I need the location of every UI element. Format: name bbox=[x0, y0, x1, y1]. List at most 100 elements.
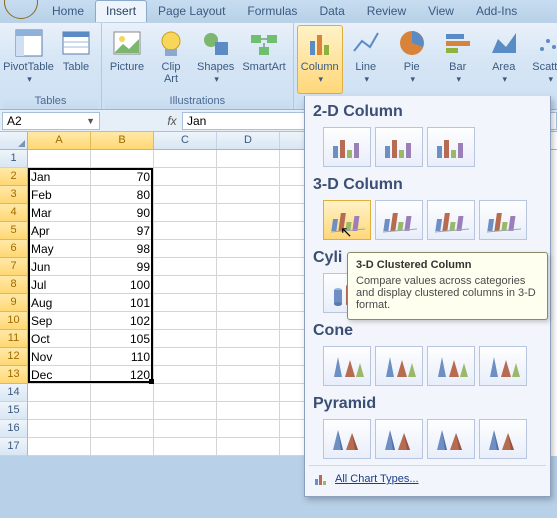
cell[interactable] bbox=[154, 366, 217, 384]
cell[interactable] bbox=[217, 240, 280, 258]
cell[interactable]: 70 bbox=[91, 168, 154, 186]
cell[interactable] bbox=[91, 402, 154, 420]
cell[interactable] bbox=[28, 150, 91, 168]
chart-option-col2d-1[interactable] bbox=[375, 127, 423, 167]
cell[interactable] bbox=[154, 168, 217, 186]
chart-option-cone-3[interactable] bbox=[479, 346, 527, 386]
chart-option-pyr-3[interactable] bbox=[479, 419, 527, 459]
pie-button[interactable]: Pie bbox=[389, 25, 435, 94]
cell[interactable] bbox=[154, 150, 217, 168]
cell[interactable]: 120 bbox=[91, 366, 154, 384]
clipart-button[interactable]: ClipArt bbox=[149, 25, 193, 94]
cell[interactable]: Nov bbox=[28, 348, 91, 366]
row-header[interactable]: 9 bbox=[0, 294, 28, 312]
cell[interactable] bbox=[28, 384, 91, 402]
cell[interactable]: 99 bbox=[91, 258, 154, 276]
row-header[interactable]: 17 bbox=[0, 438, 28, 456]
column-header[interactable]: A bbox=[28, 132, 91, 149]
area-button[interactable]: Area bbox=[481, 25, 527, 94]
cell[interactable] bbox=[217, 258, 280, 276]
cell[interactable] bbox=[217, 366, 280, 384]
column-button[interactable]: Column bbox=[297, 25, 343, 94]
scatter-button[interactable]: Scatter bbox=[527, 25, 557, 94]
row-header[interactable]: 12 bbox=[0, 348, 28, 366]
fx-icon[interactable]: fx bbox=[162, 114, 182, 128]
cell[interactable] bbox=[217, 204, 280, 222]
cell[interactable] bbox=[91, 150, 154, 168]
chart-option-pyr-1[interactable] bbox=[375, 419, 423, 459]
row-header[interactable]: 13 bbox=[0, 366, 28, 384]
cell[interactable]: 100 bbox=[91, 276, 154, 294]
cell[interactable] bbox=[28, 438, 91, 456]
row-header[interactable]: 5 bbox=[0, 222, 28, 240]
smartart-button[interactable]: SmartArt bbox=[238, 25, 289, 94]
cell[interactable] bbox=[217, 438, 280, 456]
chart-option-col3d-1[interactable] bbox=[375, 200, 423, 240]
cell[interactable] bbox=[28, 402, 91, 420]
cell[interactable] bbox=[217, 150, 280, 168]
chart-option-pyr-0[interactable] bbox=[323, 419, 371, 459]
cell[interactable] bbox=[154, 438, 217, 456]
cell[interactable]: Jan bbox=[28, 168, 91, 186]
name-box[interactable]: A2 ▼ bbox=[2, 112, 100, 130]
cell[interactable] bbox=[154, 222, 217, 240]
cell[interactable] bbox=[154, 402, 217, 420]
cell[interactable]: Mar bbox=[28, 204, 91, 222]
cell[interactable]: Dec bbox=[28, 366, 91, 384]
cell[interactable] bbox=[154, 384, 217, 402]
cell[interactable]: May bbox=[28, 240, 91, 258]
cell[interactable] bbox=[28, 420, 91, 438]
tab-formulas[interactable]: Formulas bbox=[236, 0, 308, 22]
cell[interactable] bbox=[154, 294, 217, 312]
picture-button[interactable]: Picture bbox=[105, 25, 149, 94]
cell[interactable] bbox=[154, 330, 217, 348]
cell[interactable] bbox=[217, 420, 280, 438]
tab-add-ins[interactable]: Add-Ins bbox=[465, 0, 528, 22]
shapes-button[interactable]: Shapes bbox=[193, 25, 238, 94]
tab-home[interactable]: Home bbox=[41, 0, 95, 22]
cell[interactable] bbox=[91, 420, 154, 438]
tab-review[interactable]: Review bbox=[356, 0, 417, 22]
row-header[interactable]: 7 bbox=[0, 258, 28, 276]
cell[interactable]: 97 bbox=[91, 222, 154, 240]
row-header[interactable]: 4 bbox=[0, 204, 28, 222]
cell[interactable]: Apr bbox=[28, 222, 91, 240]
cell[interactable] bbox=[217, 222, 280, 240]
tab-insert[interactable]: Insert bbox=[95, 0, 147, 22]
column-header[interactable]: C bbox=[154, 132, 217, 149]
chart-option-col3d-3[interactable] bbox=[479, 200, 527, 240]
cell[interactable] bbox=[154, 420, 217, 438]
row-header[interactable]: 2 bbox=[0, 168, 28, 186]
cell[interactable] bbox=[91, 438, 154, 456]
row-header[interactable]: 1 bbox=[0, 150, 28, 168]
cell[interactable]: Sep bbox=[28, 312, 91, 330]
cell[interactable] bbox=[154, 276, 217, 294]
cell[interactable] bbox=[91, 384, 154, 402]
pivottable-button[interactable]: PivotTable bbox=[3, 25, 54, 94]
line-button[interactable]: Line bbox=[343, 25, 389, 94]
cell[interactable] bbox=[217, 186, 280, 204]
cell[interactable] bbox=[154, 240, 217, 258]
cell[interactable]: Jul bbox=[28, 276, 91, 294]
cell[interactable]: 98 bbox=[91, 240, 154, 258]
cell[interactable]: 110 bbox=[91, 348, 154, 366]
row-header[interactable]: 11 bbox=[0, 330, 28, 348]
column-header[interactable]: D bbox=[217, 132, 280, 149]
chart-option-cone-1[interactable] bbox=[375, 346, 423, 386]
row-header[interactable]: 3 bbox=[0, 186, 28, 204]
cell[interactable] bbox=[217, 312, 280, 330]
cell[interactable] bbox=[154, 204, 217, 222]
cell[interactable]: Oct bbox=[28, 330, 91, 348]
cell[interactable] bbox=[217, 276, 280, 294]
cell[interactable] bbox=[154, 312, 217, 330]
cell[interactable] bbox=[217, 384, 280, 402]
cell[interactable]: Jun bbox=[28, 258, 91, 276]
row-header[interactable]: 14 bbox=[0, 384, 28, 402]
cell[interactable] bbox=[154, 348, 217, 366]
chart-option-pyr-2[interactable] bbox=[427, 419, 475, 459]
table-button[interactable]: Table bbox=[54, 25, 98, 94]
cell[interactable]: 101 bbox=[91, 294, 154, 312]
chart-option-cone-2[interactable] bbox=[427, 346, 475, 386]
column-header[interactable]: B bbox=[91, 132, 154, 149]
chart-option-col3d-0[interactable] bbox=[323, 200, 371, 240]
